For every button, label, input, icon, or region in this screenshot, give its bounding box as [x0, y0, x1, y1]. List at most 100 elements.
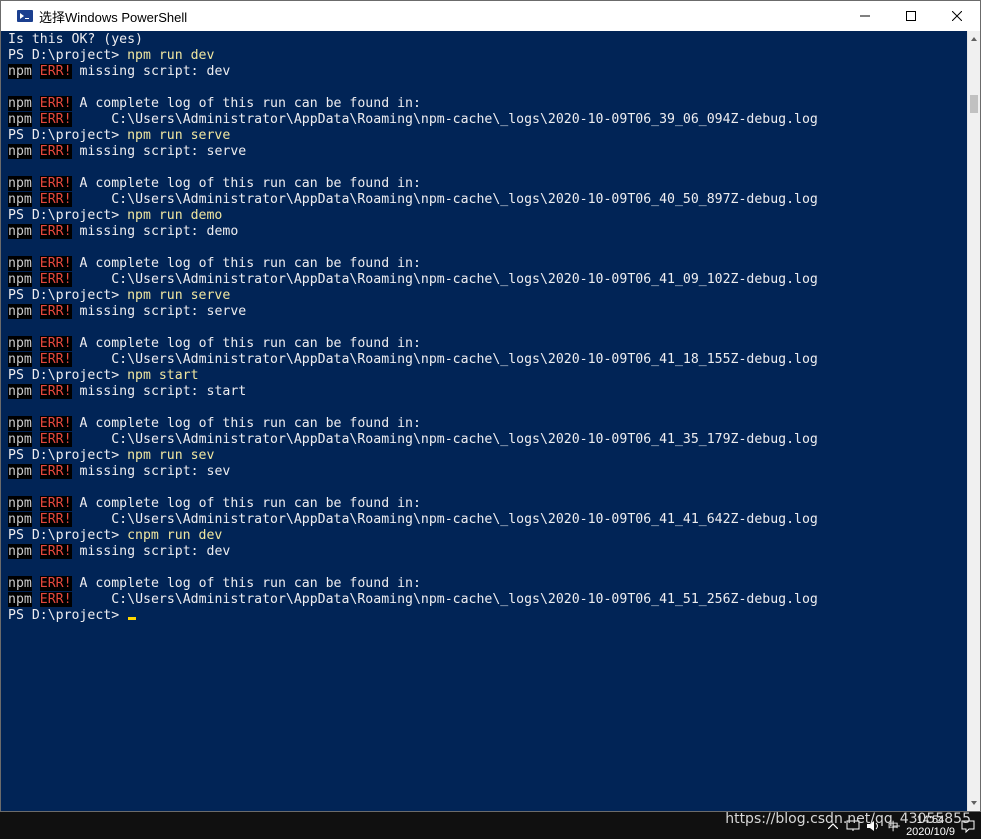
err-tag: ERR! — [39, 192, 72, 207]
err-tag: ERR! — [39, 496, 72, 511]
prompt-text: PS D:\project> — [8, 208, 128, 223]
error-message: C:\Users\Administrator\AppData\Roaming\n… — [71, 192, 818, 207]
err-tag: ERR! — [39, 416, 72, 431]
npm-tag: npm — [8, 176, 32, 191]
console-output[interactable]: Is this OK? (yes) PS D:\project> npm run … — [1, 31, 968, 811]
window-title: 选择Windows PowerShell — [39, 9, 188, 25]
clock[interactable]: 14:54 2020/10/9 — [906, 814, 955, 838]
command-text: npm run serve — [127, 128, 231, 143]
console-line: npm ERR! A complete log of this run can … — [8, 176, 818, 192]
command-text: npm start — [127, 368, 199, 383]
npm-tag: npm — [8, 544, 32, 559]
line-text: Is this OK? (yes) — [8, 32, 143, 47]
console-line: PS D:\project> npm run sev — [8, 448, 818, 464]
maximize-icon — [906, 11, 916, 21]
prompt-text: PS D:\project> — [8, 128, 128, 143]
console-line: PS D:\project> — [8, 608, 818, 624]
err-tag: ERR! — [39, 352, 72, 367]
err-tag: ERR! — [39, 336, 72, 351]
close-button[interactable] — [934, 1, 980, 31]
console-line: npm ERR! C:\Users\Administrator\AppData\… — [8, 352, 818, 368]
npm-tag: npm — [8, 192, 32, 207]
command-text: npm run demo — [127, 208, 223, 223]
scroll-thumb[interactable] — [970, 95, 978, 113]
err-tag: ERR! — [39, 256, 72, 271]
console-line: Is this OK? (yes) — [8, 32, 818, 48]
err-tag: ERR! — [39, 304, 72, 319]
npm-tag: npm — [8, 96, 32, 111]
npm-tag: npm — [8, 464, 32, 479]
err-tag: ERR! — [39, 512, 72, 527]
scroll-up-icon[interactable] — [971, 37, 977, 41]
console-line: npm ERR! missing script: sev — [8, 464, 818, 480]
err-tag: ERR! — [39, 384, 72, 399]
error-message: missing script: demo — [71, 224, 239, 239]
console-line: PS D:\project> npm run serve — [8, 288, 818, 304]
minimize-button[interactable] — [842, 1, 888, 31]
error-message: C:\Users\Administrator\AppData\Roaming\n… — [71, 592, 818, 607]
clock-time: 14:54 — [916, 814, 945, 826]
npm-tag: npm — [8, 144, 32, 159]
error-message: A complete log of this run can be found … — [71, 416, 421, 431]
title-bar[interactable]: 选择Windows PowerShell — [1, 1, 980, 31]
command-text: npm run sev — [127, 448, 215, 463]
clock-date: 2020/10/9 — [906, 826, 955, 838]
error-message: C:\Users\Administrator\AppData\Roaming\n… — [71, 272, 818, 287]
volume-icon[interactable] — [866, 819, 880, 833]
npm-tag: npm — [8, 336, 32, 351]
console-line: npm ERR! A complete log of this run can … — [8, 336, 818, 352]
console-line: npm ERR! C:\Users\Administrator\AppData\… — [8, 432, 818, 448]
console-line: npm ERR! C:\Users\Administrator\AppData\… — [8, 272, 818, 288]
error-message: A complete log of this run can be found … — [71, 336, 421, 351]
npm-tag: npm — [8, 224, 32, 239]
console-line: npm ERR! A complete log of this run can … — [8, 576, 818, 592]
error-message: A complete log of this run can be found … — [71, 496, 421, 511]
err-tag: ERR! — [39, 144, 72, 159]
console-line: npm ERR! missing script: serve — [8, 144, 818, 160]
network-icon[interactable] — [846, 819, 860, 833]
error-message: C:\Users\Administrator\AppData\Roaming\n… — [71, 352, 818, 367]
npm-tag: npm — [8, 496, 32, 511]
console-line: npm ERR! missing script: serve — [8, 304, 818, 320]
npm-tag: npm — [8, 64, 32, 79]
console-line: npm ERR! A complete log of this run can … — [8, 416, 818, 432]
npm-tag: npm — [8, 112, 32, 127]
notifications-icon[interactable] — [961, 819, 975, 833]
command-text: cnpm run dev — [127, 528, 223, 543]
error-message: C:\Users\Administrator\AppData\Roaming\n… — [71, 112, 818, 127]
err-tag: ERR! — [39, 176, 72, 191]
error-message: missing script: start — [71, 384, 247, 399]
error-message: missing script: serve — [71, 304, 247, 319]
console-line: npm ERR! missing script: dev — [8, 544, 818, 560]
console-line: npm ERR! A complete log of this run can … — [8, 496, 818, 512]
npm-tag: npm — [8, 416, 32, 431]
console-line: npm ERR! missing script: start — [8, 384, 818, 400]
npm-tag: npm — [8, 384, 32, 399]
ime-indicator[interactable]: 中 — [886, 819, 900, 833]
npm-tag: npm — [8, 432, 32, 447]
chevron-up-icon[interactable] — [826, 819, 840, 833]
maximize-button[interactable] — [888, 1, 934, 31]
system-tray: 中 14:54 2020/10/9 — [826, 814, 975, 838]
console-line: npm ERR! missing script: dev — [8, 64, 818, 80]
npm-tag: npm — [8, 352, 32, 367]
prompt-text: PS D:\project> — [8, 448, 128, 463]
prompt-text: PS D:\project> — [8, 368, 128, 383]
error-message: C:\Users\Administrator\AppData\Roaming\n… — [71, 432, 818, 447]
console-line: PS D:\project> npm start — [8, 368, 818, 384]
console-line: npm ERR! A complete log of this run can … — [8, 96, 818, 112]
npm-tag: npm — [8, 592, 32, 607]
vertical-scrollbar[interactable] — [967, 31, 980, 811]
error-message: A complete log of this run can be found … — [71, 576, 421, 591]
command-text: npm run dev — [127, 48, 215, 63]
err-tag: ERR! — [39, 464, 72, 479]
scroll-down-icon[interactable] — [971, 801, 977, 805]
console-line: PS D:\project> npm run serve — [8, 128, 818, 144]
error-message: missing script: serve — [71, 144, 247, 159]
